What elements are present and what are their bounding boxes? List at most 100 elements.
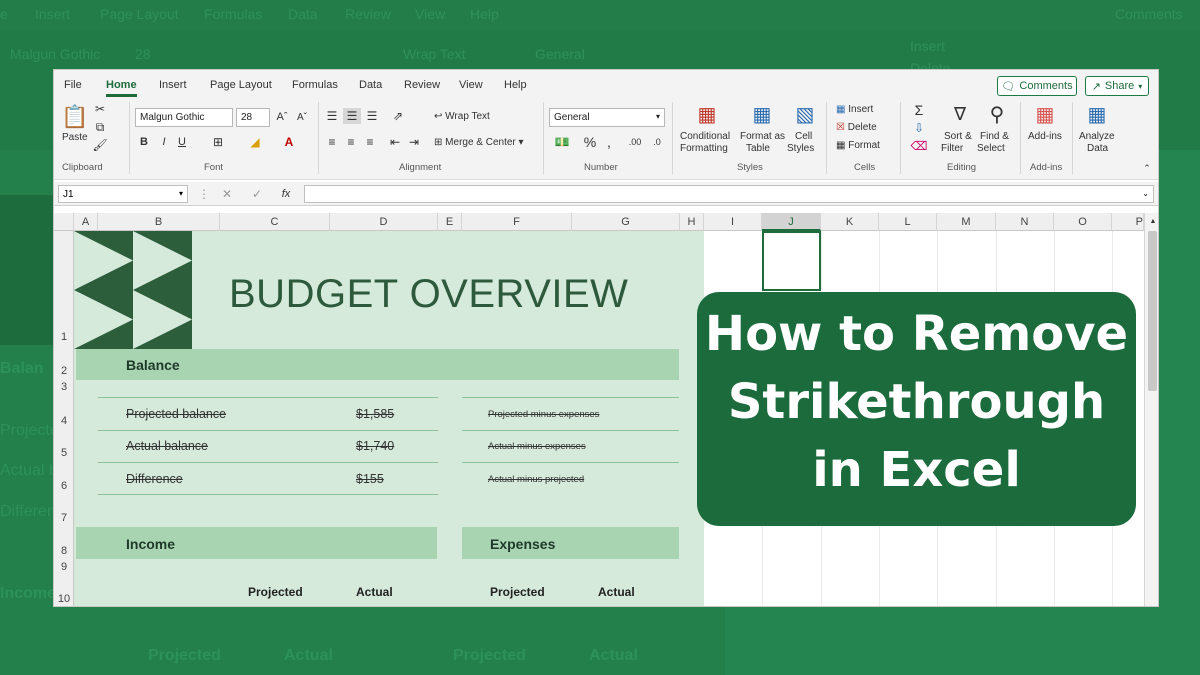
sort-filter-icon[interactable]: ∇ xyxy=(947,102,973,126)
col-header-k[interactable]: K xyxy=(821,213,879,231)
font-color-icon[interactable]: A xyxy=(280,134,298,150)
enter-icon[interactable]: ✓ xyxy=(249,185,265,203)
conditional-label-1[interactable]: Conditional xyxy=(680,131,730,142)
collapse-ribbon-icon[interactable]: ⌃ xyxy=(1140,162,1154,174)
add-ins-icon[interactable]: ▦ xyxy=(1032,102,1058,126)
decrease-decimal-icon[interactable]: .0 xyxy=(648,134,666,150)
col-header-n[interactable]: N xyxy=(996,213,1054,231)
scroll-thumb[interactable] xyxy=(1148,231,1157,391)
analyze-label-2[interactable]: Data xyxy=(1087,143,1108,154)
vertical-scrollbar[interactable]: ▲ xyxy=(1144,213,1158,606)
tab-view[interactable]: View xyxy=(459,79,483,91)
name-box[interactable]: J1 ▾ xyxy=(58,185,188,203)
insert-function-icon[interactable]: fx xyxy=(276,185,296,203)
col-header-d[interactable]: D xyxy=(330,213,438,231)
scroll-up-icon[interactable]: ▲ xyxy=(1147,215,1158,227)
increase-decimal-icon[interactable]: .00 xyxy=(626,134,644,150)
selected-cell-j1[interactable] xyxy=(762,231,821,291)
bold-icon[interactable]: B xyxy=(137,134,151,150)
align-middle-icon[interactable]: ☰ xyxy=(343,108,361,124)
tab-insert[interactable]: Insert xyxy=(159,79,187,91)
cell-styles-icon[interactable]: ▧ xyxy=(792,102,818,126)
format-cells-button[interactable]: ▦ Format xyxy=(836,140,880,151)
tab-help[interactable]: Help xyxy=(504,79,527,91)
comments-button[interactable]: 🗨 Comments xyxy=(997,76,1077,96)
tab-page-layout[interactable]: Page Layout xyxy=(210,79,272,91)
sort-label-1[interactable]: Sort & xyxy=(944,131,972,142)
row-header-9[interactable]: 9 xyxy=(54,561,74,573)
analyze-label-1[interactable]: Analyze xyxy=(1079,131,1115,142)
align-center-icon[interactable]: ≡ xyxy=(343,134,359,150)
increase-indent-icon[interactable]: ⇥ xyxy=(406,134,422,150)
number-format-select[interactable]: General ▾ xyxy=(549,108,665,127)
delete-cells-button[interactable]: ☒ Delete xyxy=(836,122,877,133)
cut-icon[interactable]: ✂ xyxy=(92,102,108,116)
autosum-icon[interactable]: Σ xyxy=(911,102,927,118)
row-header-2[interactable]: 2 xyxy=(54,365,74,377)
row-header-3[interactable]: 3 xyxy=(54,381,74,393)
conditional-formatting-icon[interactable]: ▦ xyxy=(694,102,720,126)
col-header-j[interactable]: J xyxy=(762,213,821,231)
conditional-label-2[interactable]: Formatting xyxy=(680,143,728,154)
col-header-p[interactable]: P xyxy=(1112,213,1144,231)
paste-icon[interactable]: 📋 xyxy=(61,102,88,132)
tab-data[interactable]: Data xyxy=(359,79,382,91)
decrease-font-icon[interactable]: Aˇ xyxy=(294,108,310,126)
orientation-icon[interactable]: ⇗ xyxy=(389,108,407,124)
copy-icon[interactable]: ⧉ xyxy=(92,120,108,134)
col-header-o[interactable]: O xyxy=(1054,213,1112,231)
borders-icon[interactable]: ⊞ xyxy=(209,134,227,150)
table-label-2[interactable]: Table xyxy=(746,143,770,154)
find-label-1[interactable]: Find & xyxy=(980,131,1009,142)
tab-home[interactable]: Home xyxy=(106,79,137,97)
format-painter-icon[interactable]: 🖌 xyxy=(92,138,108,152)
align-bottom-icon[interactable]: ☰ xyxy=(364,108,380,124)
clear-icon[interactable]: ⌫ xyxy=(911,138,928,154)
merge-center-button[interactable]: ⊞ Merge & Center ▾ xyxy=(434,137,524,148)
col-header-b[interactable]: B xyxy=(98,213,220,231)
italic-icon[interactable]: I xyxy=(157,134,171,150)
align-left-icon[interactable]: ≡ xyxy=(324,134,340,150)
row-header-10[interactable]: 10 xyxy=(54,593,74,605)
font-name-select[interactable]: Malgun Gothic xyxy=(135,108,233,127)
align-right-icon[interactable]: ≡ xyxy=(362,134,378,150)
fill-color-icon[interactable]: ◢ xyxy=(246,134,264,150)
paste-label[interactable]: Paste xyxy=(62,132,88,143)
tab-file[interactable]: File xyxy=(64,79,82,91)
add-ins-label[interactable]: Add-ins xyxy=(1028,131,1062,142)
row-header-1[interactable]: 1 xyxy=(54,331,74,343)
fill-icon[interactable]: ⇩ xyxy=(911,120,927,136)
col-header-i[interactable]: I xyxy=(704,213,762,231)
sort-label-2[interactable]: Filter xyxy=(941,143,963,154)
col-header-e[interactable]: E xyxy=(438,213,462,231)
row-header-7[interactable]: 7 xyxy=(54,512,74,524)
col-header-l[interactable]: L xyxy=(879,213,937,231)
find-label-2[interactable]: Select xyxy=(977,143,1005,154)
currency-icon[interactable]: 💵 xyxy=(551,134,573,150)
col-header-h[interactable]: H xyxy=(680,213,704,231)
underline-icon[interactable]: U xyxy=(175,134,189,150)
row-header-6[interactable]: 6 xyxy=(54,480,74,492)
cell-styles-label-2[interactable]: Styles xyxy=(787,143,814,154)
tab-review[interactable]: Review xyxy=(404,79,440,91)
comma-icon[interactable]: , xyxy=(602,134,616,150)
font-size-select[interactable]: 28 xyxy=(236,108,270,127)
col-header-a[interactable]: A xyxy=(74,213,98,231)
analyze-data-icon[interactable]: ▦ xyxy=(1084,102,1110,126)
col-header-g[interactable]: G xyxy=(572,213,680,231)
format-as-table-icon[interactable]: ▦ xyxy=(749,102,775,126)
col-header-f[interactable]: F xyxy=(462,213,572,231)
search-icon[interactable]: ⚲ xyxy=(984,102,1010,126)
select-all[interactable] xyxy=(54,213,74,231)
col-header-c[interactable]: C xyxy=(220,213,330,231)
formula-input[interactable]: ⌄ xyxy=(304,185,1154,203)
align-top-icon[interactable]: ☰ xyxy=(324,108,340,124)
insert-cells-button[interactable]: ▦ Insert xyxy=(836,104,873,115)
tab-formulas[interactable]: Formulas xyxy=(292,79,338,91)
col-header-m[interactable]: M xyxy=(937,213,996,231)
share-button[interactable]: ↗ Share ▾ xyxy=(1085,76,1149,96)
table-label-1[interactable]: Format as xyxy=(740,131,785,142)
cancel-icon[interactable]: ✕ xyxy=(219,185,235,203)
row-header-8[interactable]: 8 xyxy=(54,545,74,557)
row-header-5[interactable]: 5 xyxy=(54,447,74,459)
